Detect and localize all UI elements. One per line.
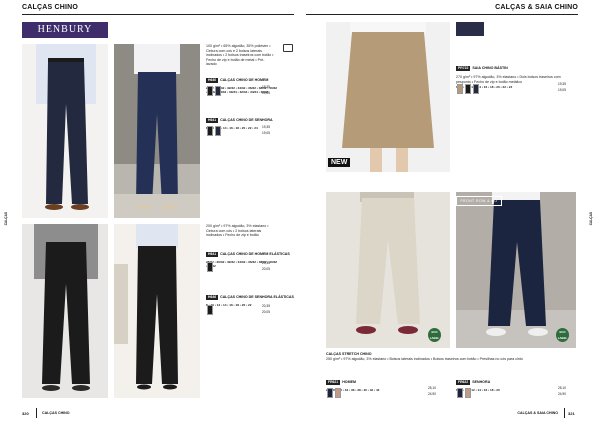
left-header-rule xyxy=(22,14,294,15)
product-code: H640 xyxy=(206,78,219,83)
chino-title: CALÇAS STRETCH CHINO xyxy=(326,352,372,356)
swatch-navy xyxy=(457,388,463,398)
left-page-number: 320 xyxy=(22,411,29,416)
woman-navy-chinos-illustration xyxy=(114,44,200,218)
product-code: FR622 xyxy=(456,380,471,385)
product-name: SENHORA xyxy=(472,380,491,384)
photo-men-black-chinos xyxy=(22,224,108,398)
swatch-navy xyxy=(215,86,221,96)
photo-women-black-chinos xyxy=(114,224,200,398)
block2-description: 200 g/m² • 97% algodão, 3% elastano • Ci… xyxy=(206,224,269,238)
navy-chinos-illustration xyxy=(456,192,576,336)
photo-men-navy-chinos xyxy=(22,44,108,218)
product-name: CALÇAS CHINO DE HOMEM xyxy=(220,78,269,82)
price-a: 19,35 xyxy=(262,125,270,129)
product-code: H641 xyxy=(206,118,219,123)
price-a: 19,35 xyxy=(558,82,566,86)
left-footer-label: CALÇAS CHINO xyxy=(42,411,70,415)
footer-divider xyxy=(36,408,37,418)
swatch-navy xyxy=(473,84,479,94)
price-b: 20,05 xyxy=(262,267,270,271)
swatch-black xyxy=(207,86,213,96)
photo-khaki-skirt xyxy=(326,22,450,172)
price-b: 24,90 xyxy=(558,392,566,396)
price-a: 19,35 xyxy=(262,85,270,89)
swatch-stone xyxy=(465,388,471,398)
brand-logo-badge xyxy=(456,22,484,36)
price-a: 20,35 xyxy=(262,304,270,308)
swatch-navy xyxy=(327,388,333,398)
swatch-black xyxy=(207,305,213,315)
photo-women-navy-chinos xyxy=(114,44,200,218)
new-tag: NEW xyxy=(328,158,351,167)
wash-care-icon xyxy=(283,44,293,52)
price-b: 19,05 xyxy=(262,91,270,95)
left-page-header: CALÇAS CHINO xyxy=(22,4,79,11)
price-a: 25,10 xyxy=(558,386,566,390)
chino-description: 250 g/m² • 97% algodão, 3% elastano • Bo… xyxy=(326,357,523,361)
swatch-black xyxy=(207,262,213,272)
swatch-black xyxy=(207,126,213,136)
price-a: 20,35 xyxy=(262,261,270,265)
product-code: PR722 xyxy=(456,66,471,71)
price-a: 25,10 xyxy=(428,386,436,390)
right-footer-label: CALÇAS & SAIA CHINO xyxy=(517,411,558,415)
right-side-tab: CALÇAS xyxy=(589,212,593,226)
swatch-khaki xyxy=(457,84,463,94)
photo-stone-chinos xyxy=(326,192,450,348)
product-name: CALÇAS CHINO DE HOMEM ELÁSTICAS xyxy=(220,252,290,256)
price-b: 19,05 xyxy=(558,88,566,92)
block1-description: 100 g/m² • 65% algodão, 35% poliéster • … xyxy=(206,44,274,67)
photo-navy-chinos xyxy=(456,192,576,348)
footer-divider-right xyxy=(564,408,565,418)
woman-black-chinos-illustration xyxy=(114,224,178,390)
henbury-logo: HENBURY xyxy=(22,22,108,38)
product-code: H641 xyxy=(206,252,219,257)
right-header-rule xyxy=(306,14,578,15)
swatch-stone xyxy=(335,388,341,398)
price-b: 20,05 xyxy=(262,310,270,314)
swatch-black xyxy=(465,84,471,94)
right-page-number: 321 xyxy=(568,411,575,416)
stone-chinos-illustration xyxy=(356,192,420,334)
left-side-tab: CALÇAS xyxy=(4,212,8,226)
product-h641-stretch: H641CALÇAS CHINO DE HOMEM ELÁSTICAS 28/3… xyxy=(206,242,294,269)
product-h646: H646 CALÇAS CHINO DE SENHORA ELÁSTICAS 8 … xyxy=(206,285,294,308)
man-navy-chinos-illustration xyxy=(36,44,96,210)
product-name: SAIA CHINO BÁSTIN xyxy=(472,66,508,70)
price-b: 24,90 xyxy=(428,392,436,396)
khaki-skirt-illustration xyxy=(342,22,434,172)
product-name: CALÇAS CHINO DE SENHORA ELÁSTICAS xyxy=(220,295,294,299)
product-name: HOMEM xyxy=(342,380,356,384)
price-b: 19,05 xyxy=(262,131,270,135)
swatch-navy xyxy=(215,126,221,136)
product-name: CALÇAS CHINO DE SENHORA xyxy=(220,118,273,122)
eco-label-badge: ECO LABEL xyxy=(428,328,441,342)
product-code: H646 xyxy=(206,295,219,300)
man-black-chinos-illustration xyxy=(34,224,98,391)
front-row-logo: FRONT ROW & CO xyxy=(456,196,502,206)
eco-label-badge-2: ECO LABEL xyxy=(556,328,569,342)
product-code: FR621 xyxy=(326,380,341,385)
right-page-header: CALÇAS & SAIA CHINO xyxy=(495,4,578,11)
